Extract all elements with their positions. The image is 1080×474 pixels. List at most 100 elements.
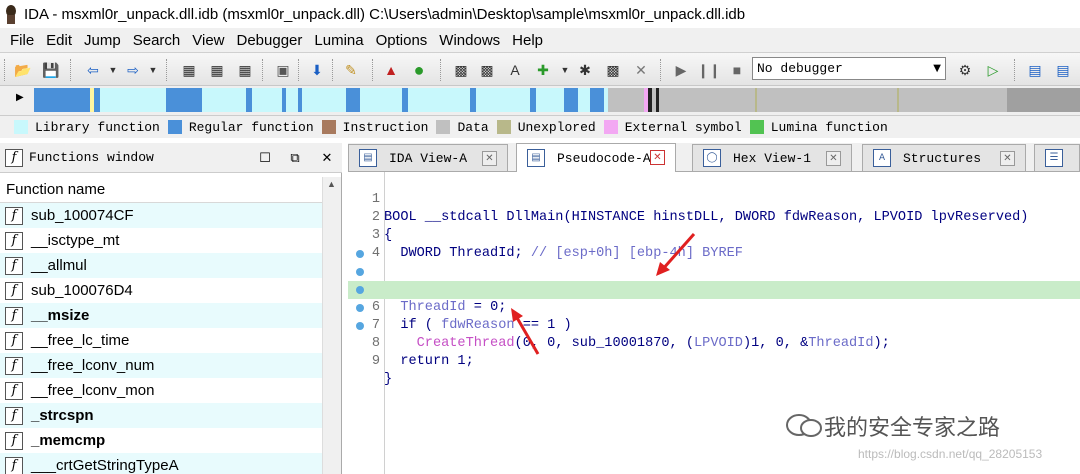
search-text-icon[interactable]: ▦ — [206, 59, 228, 81]
tab-close-icon[interactable]: ✕ — [482, 151, 497, 166]
make-array-icon[interactable]: ✚ — [532, 59, 554, 81]
pattern-icon[interactable]: ✎ — [340, 59, 362, 81]
annotation-arrow-icon — [511, 308, 540, 355]
code-line[interactable]: 5 ThreadId = 0; — [348, 245, 1080, 315]
back-dropdown-icon[interactable]: ▼ — [102, 59, 124, 81]
make-code-icon[interactable]: ▩ — [450, 59, 472, 81]
array-dropdown-icon[interactable]: ▼ — [554, 59, 576, 81]
float-icon[interactable]: ⧉ — [286, 149, 304, 167]
legend-instruction: Instruction — [321, 120, 428, 135]
code-line[interactable]: 6 if ( fdwReason == 1 ) — [348, 263, 1080, 333]
function-row[interactable]: f _strcspn — [0, 403, 322, 428]
jump-down-icon[interactable]: ⬇ — [306, 59, 328, 81]
function-row[interactable]: f __free_lconv_num — [0, 353, 322, 378]
switch-debugger-icon[interactable]: ▷ — [982, 59, 1004, 81]
column-header-function-name[interactable]: Function name — [0, 177, 322, 203]
options-icon[interactable]: ▤ — [1052, 59, 1074, 81]
menu-bar: File Edit Jump Search View Debugger Lumi… — [0, 28, 1080, 52]
structures-icon: A — [873, 149, 891, 167]
function-icon: f — [5, 148, 23, 167]
search-immediate-icon[interactable]: ▦ — [234, 59, 256, 81]
menu-help[interactable]: Help — [506, 32, 549, 49]
scroll-up-icon[interactable]: ▲ — [327, 179, 336, 189]
tab-pseudocode-a[interactable]: ▤ Pseudocode-A ✕ — [516, 143, 676, 172]
open-icon[interactable]: 📂 — [12, 59, 34, 81]
tab-close-icon[interactable]: ✕ — [650, 150, 665, 165]
save-icon[interactable]: 💾 — [40, 59, 62, 81]
function-row[interactable]: f __allmul — [0, 253, 322, 278]
code-line[interactable]: 8 return 1; — [348, 299, 1080, 369]
function-icon: f — [5, 206, 23, 225]
toolbar-separator — [70, 59, 72, 81]
legend-unexplored: Unexplored — [496, 120, 596, 135]
pause-debug-icon[interactable]: ❙❙ — [697, 59, 720, 81]
attach-icon[interactable]: ⚙ — [954, 59, 976, 81]
menu-edit[interactable]: Edit — [40, 32, 78, 49]
function-row[interactable]: f sub_100076D4 — [0, 278, 322, 303]
tab-structures[interactable]: A Structures ✕ — [862, 144, 1026, 171]
menu-jump[interactable]: Jump — [78, 32, 127, 49]
list-icon[interactable]: ▤ — [1024, 59, 1046, 81]
menu-file[interactable]: File — [4, 32, 40, 49]
minimize-icon[interactable]: ☐ — [256, 149, 274, 167]
function-row[interactable]: f sub_100074CF — [0, 203, 322, 228]
forward-dropdown-icon[interactable]: ▼ — [142, 59, 164, 81]
legend: Library function Regular function Instru… — [0, 116, 1080, 138]
close-icon[interactable]: ✕ — [318, 149, 336, 167]
menu-debugger[interactable]: Debugger — [231, 32, 309, 49]
code-line[interactable]: 1 BOOL __stdcall DllMain(HINSTANCE hinst… — [348, 173, 1080, 225]
function-row[interactable]: f __isctype_mt — [0, 228, 322, 253]
code-line[interactable]: 2 { — [348, 191, 1080, 243]
function-row[interactable]: f __free_lc_time — [0, 328, 322, 353]
stop-debug-icon[interactable]: ■ — [726, 59, 748, 81]
code-line[interactable]: 3 DWORD ThreadId; // [esp+0h] [ebp-4h] B… — [348, 209, 1080, 261]
search-binary-icon[interactable]: ▦ — [178, 59, 200, 81]
menu-windows[interactable]: Windows — [433, 32, 506, 49]
function-row[interactable]: f ___crtGetStringTypeA — [0, 453, 322, 474]
code-line[interactable]: 4 — [348, 227, 1080, 261]
function-icon: f — [5, 406, 23, 425]
menu-options[interactable]: Options — [370, 32, 434, 49]
code-line-highlighted[interactable]: 7 CreateThread(0, 0, sub_10001870, (LPVO… — [348, 281, 1080, 351]
tab-more[interactable]: ☰ — [1034, 144, 1080, 171]
graph-icon[interactable]: ▲ — [380, 59, 402, 81]
forward-icon[interactable]: ⇨ — [122, 59, 144, 81]
find-next-icon[interactable]: ▣ — [272, 59, 294, 81]
function-icon: f — [5, 256, 23, 275]
tab-hex-view-1[interactable]: ◯ Hex View-1 ✕ — [692, 144, 852, 171]
code-line[interactable]: 9 } — [348, 317, 1080, 387]
function-row[interactable]: f __free_lconv_mon — [0, 378, 322, 403]
function-icon: f — [5, 456, 23, 474]
tab-close-icon[interactable]: ✕ — [826, 151, 841, 166]
breakpoint-dot-icon[interactable] — [356, 304, 364, 312]
breakpoint-dot-icon[interactable] — [356, 250, 364, 258]
delete-icon[interactable]: ✕ — [630, 59, 652, 81]
watermark-url: https://blog.csdn.net/qq_28205153 — [858, 447, 1043, 461]
functions-window-header: f Functions window ☐ ⧉ ✕ — [0, 143, 342, 173]
tab-ida-view-a[interactable]: ▤ IDA View-A ✕ — [348, 144, 508, 171]
function-list: f sub_100074CF f __isctype_mt f __allmul fs… — [0, 203, 322, 474]
function-row[interactable]: f _memcmp — [0, 428, 322, 453]
menu-search[interactable]: Search — [127, 32, 187, 49]
create-function-icon[interactable]: ▩ — [602, 59, 624, 81]
make-data-icon[interactable]: ▩ — [476, 59, 498, 81]
menu-view[interactable]: View — [186, 32, 230, 49]
function-list-scrollbar[interactable]: ▲ — [322, 177, 341, 474]
menu-lumina[interactable]: Lumina — [308, 32, 369, 49]
green-circle-icon[interactable]: ● — [408, 59, 430, 81]
function-row[interactable]: f __msize — [0, 303, 322, 328]
breakpoint-dot-icon[interactable] — [356, 268, 364, 276]
back-icon[interactable]: ⇦ — [82, 59, 104, 81]
function-icon: f — [5, 381, 23, 400]
make-string-icon[interactable]: A — [504, 59, 526, 81]
tab-close-icon[interactable]: ✕ — [1000, 151, 1015, 166]
undefine-icon[interactable]: ✱ — [574, 59, 596, 81]
ida-view-icon: ▤ — [359, 149, 377, 167]
wechat-logo-icon — [786, 414, 822, 437]
chevron-down-icon: ▼ — [933, 63, 941, 74]
start-debug-icon[interactable]: ▶ — [670, 59, 692, 81]
debugger-select[interactable]: No debugger ▼ — [752, 57, 946, 80]
navigation-bar[interactable] — [34, 88, 1080, 112]
breakpoint-dot-icon[interactable] — [356, 322, 364, 330]
breakpoint-dot-icon[interactable] — [356, 286, 364, 294]
